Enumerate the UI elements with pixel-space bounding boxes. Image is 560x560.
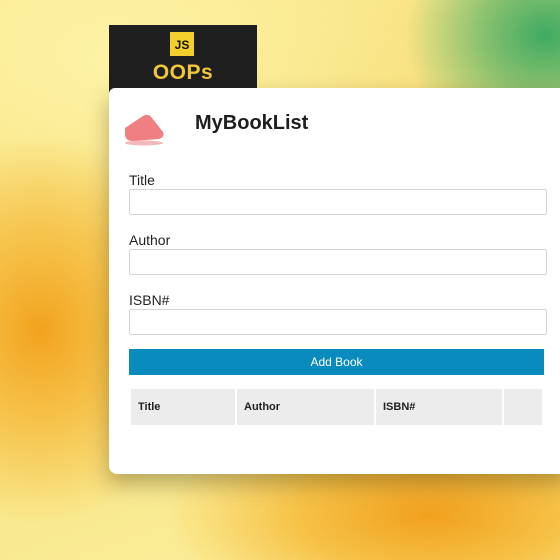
isbn-input[interactable] bbox=[129, 309, 547, 335]
app-title: MyBookList bbox=[195, 112, 309, 134]
isbn-label: ISBN# bbox=[129, 292, 170, 308]
author-label: Author bbox=[129, 232, 171, 248]
book-table: Title Author ISBN# bbox=[129, 389, 544, 425]
table-header-row: Title Author ISBN# bbox=[131, 389, 542, 425]
js-logo-icon: JS bbox=[170, 32, 194, 56]
add-book-button[interactable]: Add Book bbox=[129, 349, 544, 375]
title-input[interactable] bbox=[129, 189, 547, 215]
course-badge: JS OOPs bbox=[109, 25, 257, 95]
author-input[interactable] bbox=[129, 249, 547, 275]
book-logo-icon bbox=[125, 114, 164, 146]
column-header-title: Title bbox=[131, 389, 235, 425]
title-label: Title bbox=[129, 172, 155, 188]
column-header-isbn: ISBN# bbox=[376, 389, 502, 425]
booklist-card: MyBookList Title Author ISBN# Add Book T… bbox=[109, 88, 560, 474]
column-header-actions bbox=[504, 389, 542, 425]
column-header-author: Author bbox=[237, 389, 374, 425]
badge-title: OOPs bbox=[152, 61, 214, 84]
